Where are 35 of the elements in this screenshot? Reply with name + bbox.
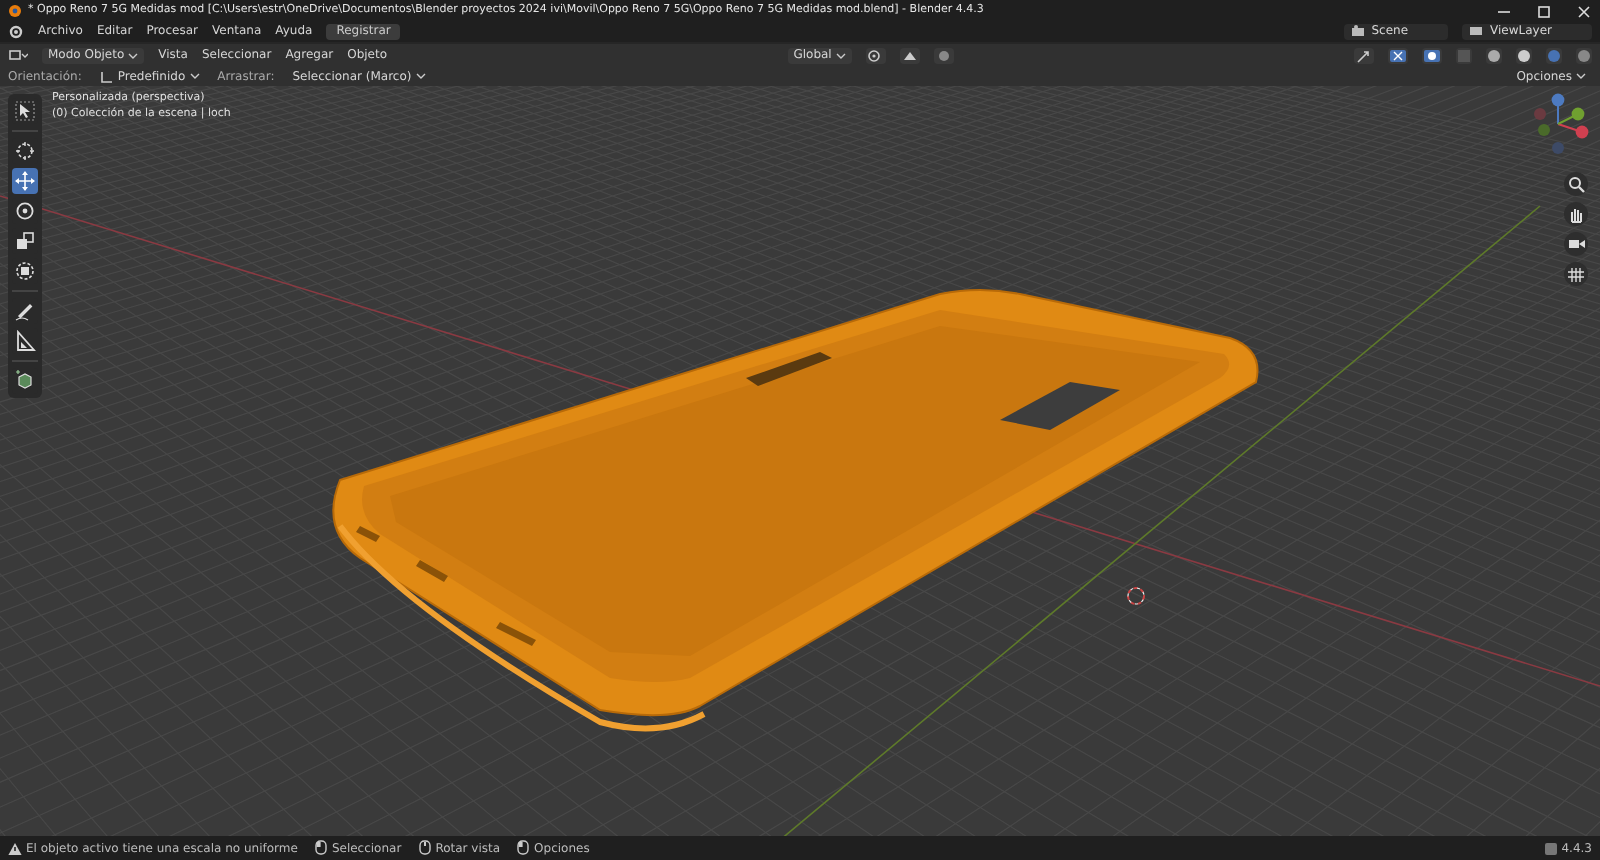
caret-icon [128,51,139,59]
tool-button[interactable] [12,98,38,124]
scene-icon [1349,24,1366,38]
cursor-tool-icon [14,140,36,162]
select-tool-icon [14,100,36,122]
caret-icon [415,72,426,80]
rotate-tool-icon [14,200,36,222]
caret-icon [189,72,200,80]
axes-icon [99,69,114,83]
camera-icon [1566,234,1586,254]
tool-button[interactable] [12,198,38,224]
editor-type-icon [8,48,28,62]
layer-icon [1468,24,1485,38]
zoom-icon [1566,174,1586,194]
tool-button[interactable] [12,368,38,394]
mouse-icon [417,840,432,856]
warning-icon [8,841,22,855]
caret-icon [835,51,846,59]
scale-tool-icon [14,230,36,252]
mouse-icon [313,840,328,856]
tool-button[interactable] [12,298,38,324]
transform-tool-icon [14,260,36,282]
tool-button[interactable] [12,328,38,354]
tool-button[interactable] [12,258,38,284]
add-cube-tool-icon [14,370,36,392]
move-tool-icon [14,170,36,192]
grid-icon [1566,264,1586,284]
close-icon [1576,3,1592,17]
measure-tool-icon [14,330,36,352]
hand-icon [1566,204,1586,224]
mouse-icon [516,840,531,856]
annotate-tool-icon [14,300,36,322]
maximize-icon [1536,3,1552,17]
3d-cursor-icon [1127,587,1145,605]
caret-icon [1576,72,1586,80]
